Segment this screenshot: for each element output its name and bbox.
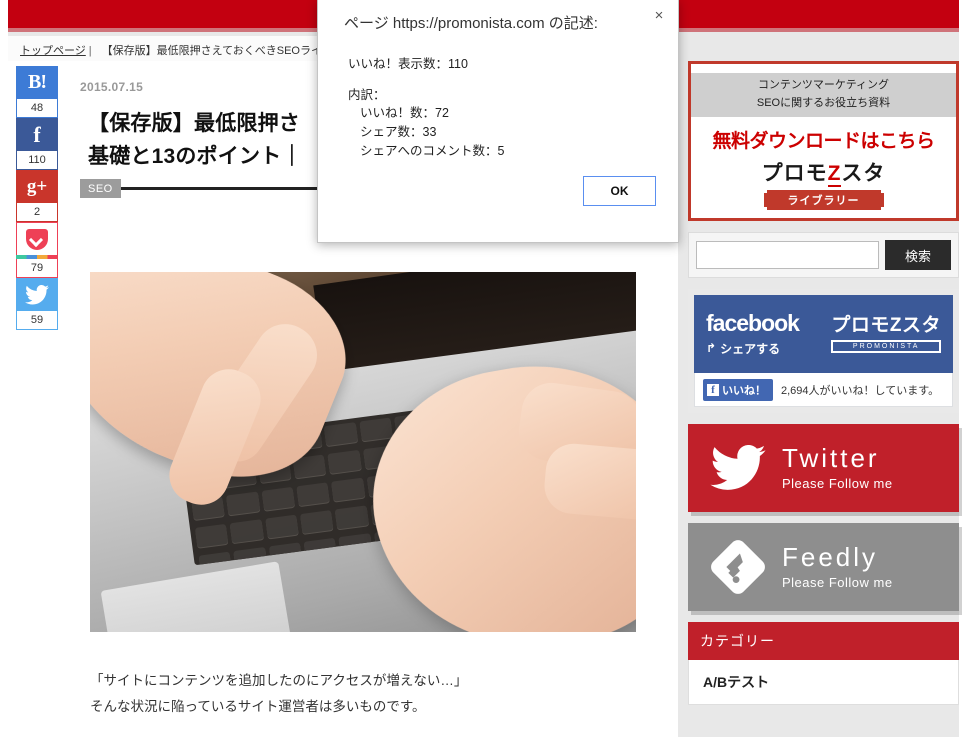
twitter-bird-icon [702,445,774,491]
article-title-line1: 【保存版】最低限押さ [88,112,300,136]
article-hero-image: MacBook Air [90,272,636,632]
twitter-bird-icon [16,278,58,311]
sidebar-search: 検索 [688,232,959,279]
dialog-breakdown-likes: いいね！数：72 [360,106,449,121]
facebook-cover-left: facebook ↱ シェアする [706,309,800,357]
facebook-share-row: ↱ シェアする [706,340,799,357]
close-icon[interactable]: × [650,7,668,25]
ad-logo: プロモZスタ [691,157,956,190]
twitter-banner-subtitle: Please Follow me [782,476,893,492]
facebook-cover-right: プロモZスタ PROMONISTA [831,316,941,353]
dialog-total-line: いいね！表示数：110 [348,56,468,71]
dialog-ok-button[interactable]: OK [583,176,656,206]
photo-trackpad [100,561,296,632]
breadcrumb-separator: | [88,45,92,57]
ad-top-spacer [691,64,956,73]
status-badge[interactable]: SEO [80,179,121,199]
share-arrow-icon: ↱ [706,341,717,356]
share-button-pocket[interactable]: 79 [16,222,58,278]
hatena-icon: B! [16,66,58,99]
share-button-google-plus[interactable]: g+ 2 [16,170,58,222]
feedly-icon [702,536,774,598]
category-heading: カテゴリー [688,622,959,661]
ad-logo-post: スタ [841,162,886,186]
category-widget: カテゴリー A/Bテスト [688,622,959,706]
article-body-line1: 「サイトにコンテンツを追加したのにアクセスが増えない…」 [90,673,468,688]
dialog-title: ページ https://promonista.com の記述: [344,15,598,32]
google-plus-icon: g+ [16,170,58,203]
ad-logo-pre: プロモ [761,162,828,186]
breadcrumb-current: 【保存版】最低限押さえておくべきSEOライティ [101,45,344,57]
share-button-hatena[interactable]: B! 48 [16,66,58,118]
sidebar-item-ab-test[interactable]: A/Bテスト [688,660,959,706]
social-share-rail: B! 48 f 110 g+ 2 79 59 [16,66,58,330]
facebook-like-bar: f いいね！ 2,694人がいいね！しています。 [694,373,953,408]
ad-subtitle-line1: コンテンツマーケティング [757,79,890,91]
dialog-breakdown-label: 内訳： [348,88,386,103]
ad-library-label: ライブラリー [766,190,881,211]
facebook-like-count: 2,694人がいいね！しています。 [781,384,940,397]
ad-subtitle: コンテンツマーケティング SEOに関するお役立ち資料 [691,73,956,118]
dialog-body: いいね！表示数：110 内訳： いいね！数：72 シェア数：33 シェアへのコメ… [318,34,678,162]
ad-logo-z: Z [827,162,842,188]
ad-headline: 無料ダウンロードはこちら [712,131,935,153]
hatena-count: 48 [16,99,58,118]
facebook-brand: プロモZスタ [831,314,941,336]
facebook-icon: f [16,118,58,151]
article-body-line2: そんな状況に陥っているサイト運営者は多いものです。 [90,699,426,715]
feedly-banner-title: Feedly [782,542,879,573]
twitter-banner-text: Twitter Please Follow me [782,445,893,491]
google-plus-count: 2 [16,203,58,222]
dialog-breakdown-comments: シェアへのコメント数：5 [360,144,505,159]
ad-library-wrap: ライブラリー [691,190,956,218]
facebook-brand-sub: PROMONISTA [831,339,941,353]
breadcrumb-home-link[interactable]: トップページ [20,45,86,57]
share-button-twitter[interactable]: 59 [16,278,58,330]
feedly-banner-subtitle: Please Follow me [782,575,893,591]
article-title-line2: 基礎と13のポイント｜ [88,144,303,168]
twitter-banner-title: Twitter [782,443,880,474]
ad-banner[interactable]: コンテンツマーケティング SEOに関するお役立ち資料 無料ダウンロードはこちら … [688,61,959,222]
facebook-like-button[interactable]: f いいね！ [703,378,773,401]
twitter-follow-banner[interactable]: Twitter Please Follow me [688,424,959,513]
dialog-breakdown-shares: シェア数：33 [360,125,437,140]
feedly-follow-banner[interactable]: Feedly Please Follow me [688,523,959,612]
search-input[interactable] [696,241,879,270]
article-body: 「サイトにコンテンツを追加したのにアクセスが増えない…」 そんな状況に陥っている… [90,668,650,721]
right-sidebar: コンテンツマーケティング SEOに関するお役立ち資料 無料ダウンロードはこちら … [688,61,959,716]
facebook-wordmark: facebook [706,309,800,336]
browser-page: トップページ | 【保存版】最低限押さえておくべきSEOライティ B! 48 f 1… [0,0,967,737]
dialog-actions: OK [583,176,656,206]
feedly-banner-text: Feedly Please Follow me [782,544,893,590]
ad-subtitle-line2: SEOに関するお役立ち資料 [756,96,891,109]
facebook-count: 110 [16,151,58,170]
facebook-page-widget: facebook ↱ シェアする プロモZスタ PROMONISTA f いいね… [688,289,959,414]
facebook-cover[interactable]: facebook ↱ シェアする プロモZスタ PROMONISTA [694,295,953,374]
javascript-alert-dialog: ページ https://promonista.com の記述: × いいね！表示… [317,0,679,243]
facebook-like-label: いいね！ [722,384,766,397]
facebook-f-icon: f [707,383,719,396]
pocket-count: 79 [16,259,58,278]
pocket-icon [16,222,58,255]
search-button[interactable]: 検索 [885,240,951,271]
twitter-count: 59 [16,311,58,330]
facebook-share-label: シェアする [720,341,781,356]
share-button-facebook[interactable]: f 110 [16,118,58,170]
